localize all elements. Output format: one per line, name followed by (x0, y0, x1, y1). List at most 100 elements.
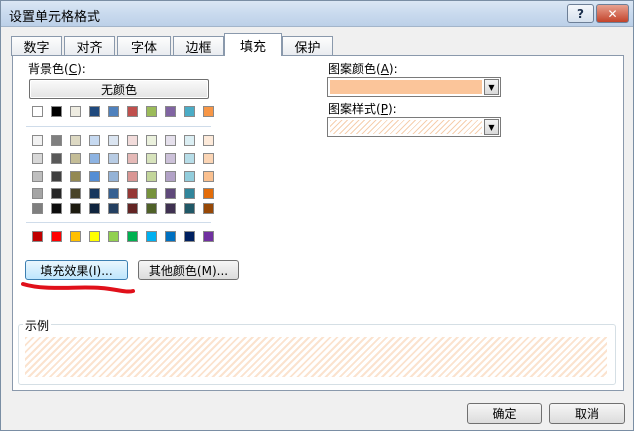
color-swatch[interactable] (203, 106, 214, 117)
color-swatch[interactable] (146, 171, 157, 182)
color-swatch[interactable] (32, 106, 43, 117)
color-swatch[interactable] (203, 231, 214, 242)
chevron-down-icon[interactable]: ▼ (484, 79, 499, 95)
color-swatch[interactable] (127, 203, 138, 214)
color-swatch[interactable] (51, 171, 62, 182)
color-swatch[interactable] (165, 171, 176, 182)
color-swatch[interactable] (32, 153, 43, 164)
no-color-button[interactable]: 无颜色 (29, 79, 209, 99)
tab-number[interactable]: 数字 (11, 36, 62, 56)
color-swatch[interactable] (203, 188, 214, 199)
color-swatch[interactable] (184, 153, 195, 164)
color-swatch[interactable] (165, 203, 176, 214)
color-swatch[interactable] (127, 153, 138, 164)
color-swatch[interactable] (165, 188, 176, 199)
color-swatch[interactable] (165, 135, 176, 146)
color-swatch[interactable] (108, 171, 119, 182)
close-button[interactable]: ✕ (596, 4, 629, 23)
color-swatch[interactable] (89, 203, 100, 214)
color-swatch[interactable] (146, 135, 157, 146)
color-swatch[interactable] (51, 106, 62, 117)
palette-divider (26, 126, 211, 127)
color-swatch[interactable] (32, 203, 43, 214)
tab-label: 字体 (130, 41, 157, 56)
color-swatch[interactable] (51, 231, 62, 242)
chevron-down-icon[interactable]: ▼ (484, 119, 499, 135)
color-swatch[interactable] (146, 188, 157, 199)
color-swatch[interactable] (184, 135, 195, 146)
color-swatch[interactable] (108, 153, 119, 164)
cancel-button[interactable]: 取消 (549, 403, 625, 424)
ok-label: 确定 (492, 407, 517, 421)
color-swatch[interactable] (70, 188, 81, 199)
ok-button[interactable]: 确定 (467, 403, 542, 424)
color-swatch[interactable] (32, 135, 43, 146)
color-swatch[interactable] (184, 188, 195, 199)
color-swatch[interactable] (108, 106, 119, 117)
color-swatch[interactable] (184, 231, 195, 242)
sample-label: 示例 (23, 317, 52, 334)
color-swatch[interactable] (146, 203, 157, 214)
pattern-color-dropdown[interactable]: ▼ (327, 77, 501, 97)
color-swatch[interactable] (146, 106, 157, 117)
color-swatch[interactable] (51, 188, 62, 199)
tab-font[interactable]: 字体 (117, 36, 171, 56)
fill-effects-button[interactable]: 填充效果(I)... (25, 260, 128, 280)
color-swatch[interactable] (32, 171, 43, 182)
color-swatch[interactable] (108, 231, 119, 242)
color-swatch[interactable] (89, 171, 100, 182)
help-button[interactable]: ? (567, 4, 594, 23)
color-swatch[interactable] (70, 153, 81, 164)
tab-label: 边框 (185, 41, 212, 56)
color-swatch[interactable] (89, 231, 100, 242)
color-swatch[interactable] (184, 203, 195, 214)
color-swatch[interactable] (70, 171, 81, 182)
pattern-color-swatch (330, 80, 482, 94)
color-swatch[interactable] (127, 231, 138, 242)
color-swatch[interactable] (146, 153, 157, 164)
background-color-text: 背景色 (28, 62, 65, 76)
color-swatch[interactable] (165, 153, 176, 164)
color-swatch[interactable] (127, 135, 138, 146)
tab-protection[interactable]: 保护 (282, 36, 333, 56)
color-swatch[interactable] (108, 203, 119, 214)
color-swatch[interactable] (89, 153, 100, 164)
color-swatch[interactable] (127, 171, 138, 182)
color-swatch[interactable] (70, 231, 81, 242)
color-swatch[interactable] (32, 231, 43, 242)
color-swatch[interactable] (108, 135, 119, 146)
color-swatch[interactable] (70, 106, 81, 117)
color-swatch[interactable] (89, 188, 100, 199)
color-swatch[interactable] (203, 203, 214, 214)
color-swatch[interactable] (70, 203, 81, 214)
color-swatch[interactable] (203, 135, 214, 146)
color-swatch[interactable] (203, 153, 214, 164)
color-swatch[interactable] (203, 171, 214, 182)
color-swatch[interactable] (89, 106, 100, 117)
color-swatch[interactable] (51, 203, 62, 214)
color-swatch[interactable] (184, 171, 195, 182)
dialog-title: 设置单元格格式 (9, 10, 101, 25)
color-swatch[interactable] (127, 106, 138, 117)
color-swatch[interactable] (127, 188, 138, 199)
color-swatch[interactable] (32, 188, 43, 199)
color-swatch[interactable] (51, 153, 62, 164)
more-colors-button[interactable]: 其他颜色(M)... (138, 260, 239, 280)
color-swatch[interactable] (184, 106, 195, 117)
tab-alignment[interactable]: 对齐 (64, 36, 115, 56)
pattern-color-text: 图案颜色 (328, 62, 377, 76)
color-swatch[interactable] (89, 135, 100, 146)
color-swatch[interactable] (165, 106, 176, 117)
color-swatch[interactable] (108, 188, 119, 199)
color-swatch[interactable] (165, 231, 176, 242)
color-swatch[interactable] (70, 135, 81, 146)
color-swatch[interactable] (51, 135, 62, 146)
pattern-color-hotkey: A (380, 62, 389, 76)
color-swatch[interactable] (146, 231, 157, 242)
pattern-style-text: 图案样式 (328, 102, 377, 116)
pattern-style-dropdown[interactable]: ▼ (327, 117, 501, 137)
tab-label: 填充 (239, 39, 266, 55)
title-bar: 设置单元格格式 ? ✕ (1, 1, 633, 27)
tab-border[interactable]: 边框 (173, 36, 224, 56)
tab-fill[interactable]: 填充 (224, 33, 282, 56)
